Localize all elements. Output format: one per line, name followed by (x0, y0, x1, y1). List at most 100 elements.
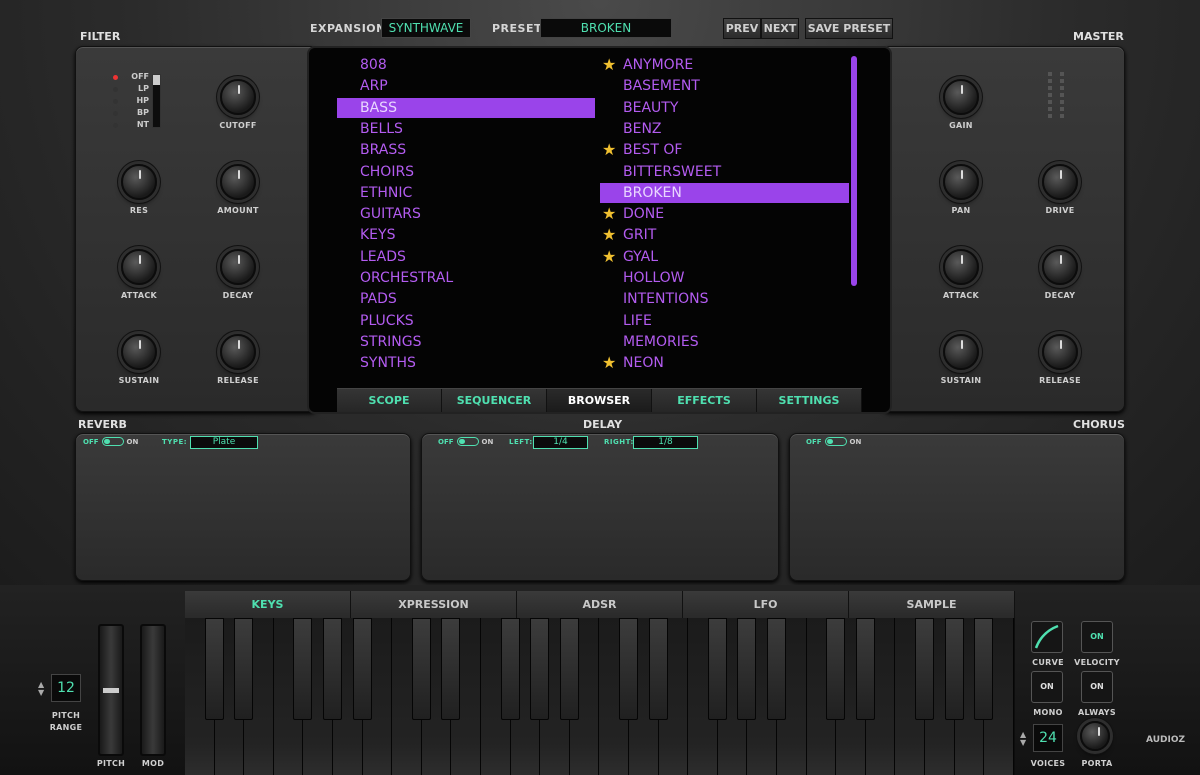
preset-item[interactable]: LIFE (623, 311, 823, 331)
black-key[interactable] (855, 618, 875, 720)
category-item[interactable]: ARP (360, 76, 560, 96)
category-item[interactable]: 808 (360, 55, 560, 75)
star-icon[interactable]: ★ (602, 247, 616, 267)
reverb-type-select[interactable]: Plate (190, 436, 258, 449)
next-button[interactable]: NEXT (761, 18, 799, 39)
voices-display[interactable]: 24 (1033, 724, 1063, 752)
black-key[interactable] (619, 618, 638, 720)
black-key[interactable] (915, 618, 934, 720)
voices-stepper-icon[interactable]: ▲ ▼ (1020, 731, 1026, 747)
pitch-range-display[interactable]: 12 (51, 674, 81, 702)
preset-item[interactable]: HOLLOW (623, 268, 823, 288)
master-release-knob[interactable] (1042, 334, 1078, 370)
preset-item[interactable]: BASEMENT (623, 76, 823, 96)
category-item[interactable]: STRINGS (360, 332, 560, 352)
black-key[interactable] (974, 618, 994, 720)
master-gain-knob[interactable] (943, 79, 979, 115)
mono-button[interactable]: ON (1031, 671, 1063, 703)
category-item[interactable]: BASS (337, 97, 595, 118)
save-preset-button[interactable]: SAVE PRESET (805, 18, 893, 39)
porta-knob[interactable] (1080, 721, 1110, 751)
preset-item[interactable]: DONE (623, 204, 823, 224)
tab-sequencer[interactable]: SEQUENCER (442, 389, 547, 412)
delay-toggle[interactable]: OFF ON (438, 437, 493, 446)
filter-cutoff-knob[interactable] (220, 79, 256, 115)
prev-button[interactable]: PREV (723, 18, 761, 39)
star-icon[interactable]: ★ (602, 55, 616, 75)
black-key[interactable] (500, 618, 520, 720)
category-item[interactable]: SYNTHS (360, 353, 560, 373)
tab-sample[interactable]: SAMPLE (849, 591, 1015, 618)
category-item[interactable]: CHOIRS (360, 162, 560, 182)
master-sustain-knob[interactable] (943, 334, 979, 370)
always-button[interactable]: ON (1081, 671, 1113, 703)
category-item[interactable]: PLUCKS (360, 311, 560, 331)
tab-scope[interactable]: SCOPE (337, 389, 442, 412)
filter-mode-slider[interactable] (152, 74, 161, 128)
preset-item[interactable]: BENZ (623, 119, 823, 139)
master-attack-knob[interactable] (943, 249, 979, 285)
tab-settings[interactable]: SETTINGS (757, 389, 862, 412)
delay-right-select[interactable]: 1/8 (633, 436, 698, 449)
filter-release-knob[interactable] (220, 334, 256, 370)
mod-wheel[interactable] (140, 624, 166, 756)
black-key[interactable] (707, 618, 727, 720)
black-key[interactable] (352, 618, 372, 720)
black-key[interactable] (826, 618, 846, 720)
preset-item[interactable]: GYAL (623, 247, 823, 267)
category-item[interactable]: GUITARS (360, 204, 560, 224)
master-decay-knob[interactable] (1042, 249, 1078, 285)
star-icon[interactable]: ★ (602, 140, 616, 160)
category-item[interactable]: ORCHESTRAL (360, 268, 560, 288)
black-key[interactable] (441, 618, 461, 720)
pitch-range-stepper-icon[interactable]: ▲ ▼ (38, 681, 44, 697)
category-item[interactable]: ETHNIC (360, 183, 560, 203)
category-item[interactable]: PADS (360, 289, 560, 309)
black-key[interactable] (737, 618, 757, 720)
browser-scrollbar[interactable] (851, 56, 857, 286)
pitch-wheel[interactable] (98, 624, 124, 756)
star-icon[interactable]: ★ (602, 204, 616, 224)
preset-item[interactable]: BEAUTY (623, 98, 823, 118)
black-key[interactable] (411, 618, 431, 720)
filter-res-knob[interactable] (121, 164, 157, 200)
preset-item[interactable]: ANYMORE (623, 55, 823, 75)
preset-item[interactable]: BROKEN (600, 182, 849, 203)
category-item[interactable]: BELLS (360, 119, 560, 139)
black-key[interactable] (944, 618, 964, 720)
reverb-toggle[interactable]: OFF ON (83, 437, 138, 446)
tab-keys[interactable]: KEYS (185, 591, 351, 618)
tab-xpression[interactable]: XPRESSION (351, 591, 517, 618)
category-item[interactable]: KEYS (360, 225, 560, 245)
chorus-toggle[interactable]: OFF ON (806, 437, 861, 446)
star-icon[interactable]: ★ (602, 353, 616, 373)
filter-decay-knob[interactable] (220, 249, 256, 285)
filter-mode-off[interactable]: OFF (113, 72, 149, 84)
black-key[interactable] (559, 618, 579, 720)
black-key[interactable] (767, 618, 786, 720)
preset-item[interactable]: GRIT (623, 225, 823, 245)
expansion-display[interactable]: SYNTHWAVE (381, 18, 471, 38)
preset-item[interactable]: BITTERSWEET (623, 162, 823, 182)
black-key[interactable] (234, 618, 254, 720)
curve-button[interactable] (1031, 621, 1063, 653)
black-key[interactable] (323, 618, 342, 720)
filter-attack-knob[interactable] (121, 249, 157, 285)
preset-display[interactable]: BROKEN (540, 18, 672, 38)
delay-left-select[interactable]: 1/4 (533, 436, 588, 449)
filter-mode-nt[interactable]: NT (113, 120, 149, 132)
tab-browser[interactable]: BROWSER (547, 389, 652, 412)
black-key[interactable] (648, 618, 668, 720)
filter-amount-knob[interactable] (220, 164, 256, 200)
preset-item[interactable]: INTENTIONS (623, 289, 823, 309)
preset-item[interactable]: BEST OF (623, 140, 823, 160)
filter-mode-lp[interactable]: LP (113, 84, 149, 96)
filter-mode-bp[interactable]: BP (113, 108, 149, 120)
velocity-button[interactable]: ON (1081, 621, 1113, 653)
category-item[interactable]: BRASS (360, 140, 560, 160)
filter-mode-hp[interactable]: HP (113, 96, 149, 108)
master-drive-knob[interactable] (1042, 164, 1078, 200)
black-key[interactable] (530, 618, 550, 720)
black-key[interactable] (293, 618, 313, 720)
star-icon[interactable]: ★ (602, 225, 616, 245)
